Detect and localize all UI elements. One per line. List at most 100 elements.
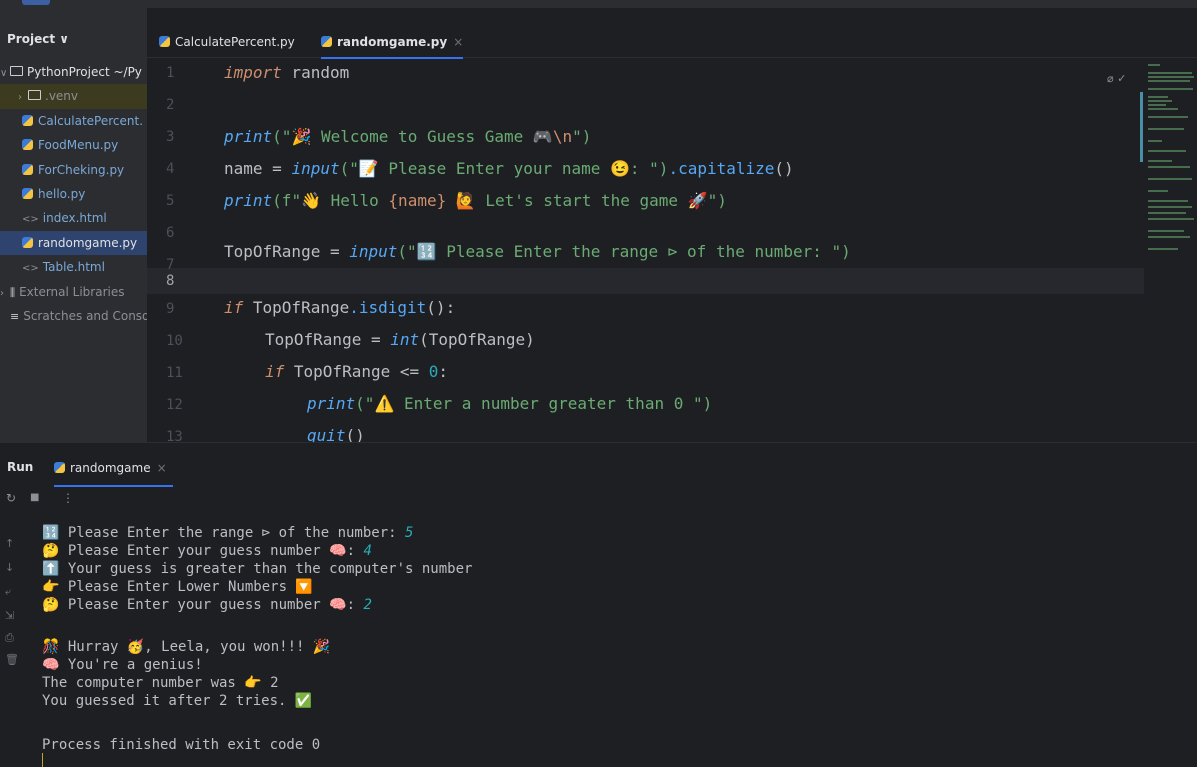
console-line: 🔢 Please Enter the range ⊳ of the number… [42, 525, 413, 543]
line-number: 10 [166, 333, 183, 349]
trash-icon[interactable]: 🗑 [5, 653, 19, 666]
chevron-down-icon[interactable]: ∨ [0, 62, 10, 84]
run-tab-label: randomgame [70, 461, 151, 475]
current-line-highlight [147, 268, 1144, 294]
tree-item-file-selected[interactable]: randomgame.py [0, 230, 147, 256]
project-title-button[interactable]: Project ∨ [7, 32, 69, 46]
code-line-3: print("🎉 Welcome to Guess Game 🎮\n") [224, 127, 591, 146]
tree-item-label: ForCheking.py [38, 162, 125, 177]
tree-item-label: External Libraries [19, 284, 125, 299]
tree-item-file[interactable]: <> Table.html [0, 255, 147, 279]
escape-sequence: \n [552, 127, 573, 146]
tree-item-file[interactable]: hello.py [0, 182, 147, 206]
tree-item-label: Table.html [42, 260, 105, 275]
tree-item-file[interactable]: <> index.html [0, 206, 147, 230]
console-line: 🤔 Please Enter your guess number 🧠: 2 [42, 597, 372, 615]
method-name: .capitalize [668, 159, 775, 178]
rerun-icon[interactable]: ↻ [6, 491, 16, 505]
toolbar-widget[interactable] [22, 0, 50, 5]
code-text: () [774, 159, 794, 178]
run-tab-randomgame[interactable]: randomgame × [54, 451, 173, 487]
chevron-right-icon[interactable]: › [0, 282, 10, 304]
code-line-10: TopOfRange = int(TopOfRange) [265, 330, 535, 349]
minimap-line [1148, 230, 1184, 232]
code-text: TopOfRange <= [284, 362, 429, 381]
string-literal: ("📝 Please Enter your name 😉: ") [339, 159, 669, 178]
print-icon[interactable]: ⎙ [5, 631, 14, 645]
line-number: 12 [166, 397, 183, 413]
tree-item-file[interactable]: CalculatePercent. [0, 109, 147, 133]
console-text: 🤔 Please Enter your guess number 🧠: [42, 597, 364, 613]
minimap-line [1148, 160, 1172, 162]
function-name: print [224, 191, 273, 210]
tree-item-label: hello.py [38, 186, 86, 201]
scroll-to-end-icon[interactable]: ⇲ [5, 609, 14, 622]
console-line: 👉 Please Enter Lower Numbers 🔽 [42, 579, 313, 597]
minimap-line [1148, 80, 1190, 82]
minimap-line [1148, 108, 1178, 110]
scroll-up-icon[interactable]: ↑ [5, 537, 14, 550]
code-minimap[interactable] [1140, 60, 1197, 280]
tree-item-file[interactable]: FoodMenu.py [0, 133, 147, 157]
run-toolbar: ↻ ■ ⋮ [0, 491, 1197, 511]
folder-icon [28, 90, 41, 101]
code-line-11: if TopOfRange <= 0: [265, 362, 448, 381]
inspection-status-icons[interactable]: ⌀ ✓ [1107, 72, 1126, 85]
console-text: You guessed it after 2 tries. ✅ [42, 693, 313, 709]
fstring-expression: {name} [388, 191, 447, 210]
console-text: ⬆️ Your guess is greater than the comput… [42, 561, 473, 577]
console-text: 🤔 Please Enter your guess number 🧠: [42, 543, 364, 559]
user-input: 4 [363, 543, 372, 559]
tree-item-label: Scratches and Conso [23, 308, 147, 323]
close-icon[interactable]: × [157, 461, 167, 475]
console-text: 🔢 Please Enter the range ⊳ of the number… [42, 525, 406, 541]
function-name: input [291, 159, 340, 178]
minimap-line [1148, 200, 1188, 202]
tree-item-root[interactable]: ∨ PythonProject ~/Py [0, 60, 147, 84]
minimap-line [1148, 128, 1184, 130]
chevron-right-icon[interactable]: › [18, 86, 28, 108]
console-text: 🎊 Hurray 🥳, Leela, you won!!! 🎉 [42, 639, 331, 655]
line-number: 7 [166, 257, 175, 273]
stop-icon[interactable]: ■ [30, 492, 39, 503]
project-tree: ∨ PythonProject ~/Py › .venv CalculatePerc… [0, 60, 147, 328]
minimap-viewport[interactable] [1140, 92, 1143, 162]
string-literal: ") [572, 127, 592, 146]
tree-item-label: PythonProject ~/Py [27, 65, 142, 79]
console-text: 👉 Please Enter Lower Numbers 🔽 [42, 579, 313, 595]
tree-item-label: .venv [45, 89, 79, 104]
line-number-current: 8 [166, 273, 175, 289]
code-text: TopOfRange = [224, 242, 350, 261]
console-line: 🧠 You're a genius! [42, 657, 203, 675]
minimap-line [1148, 206, 1192, 208]
library-icon: ⫼ [10, 285, 16, 299]
console-text: Process finished with exit code 0 [42, 737, 321, 753]
tree-item-external-libraries[interactable]: › ⫼ External Libraries [0, 280, 147, 304]
soft-wrap-icon[interactable]: ⤶ [5, 585, 11, 599]
python-file-icon [22, 187, 33, 199]
code-line-1: import random [224, 63, 349, 82]
tab-label: CalculatePercent.py [175, 35, 295, 49]
minimap-line [1148, 248, 1178, 250]
tab-calculatepercent[interactable]: CalculatePercent.py [159, 27, 295, 57]
code-text: TopOfRange [243, 298, 350, 317]
function-name: input [349, 242, 398, 261]
close-icon[interactable]: × [453, 35, 463, 49]
minimap-line [1148, 166, 1190, 168]
folder-icon [10, 66, 23, 76]
more-options-icon[interactable]: ⋮ [62, 491, 74, 505]
project-panel: Project ∨ ∨ PythonProject ~/Py › .venv Cal… [0, 8, 147, 442]
text-caret [42, 753, 43, 767]
python-file-icon [321, 36, 332, 47]
scroll-down-icon[interactable]: ↓ [5, 561, 14, 574]
tree-item-venv[interactable]: › .venv [0, 84, 147, 109]
run-header: Run randomgame × [0, 443, 1197, 487]
tree-item-file[interactable]: ForCheking.py [0, 158, 147, 182]
tab-randomgame[interactable]: randomgame.py × [321, 27, 464, 59]
line-number: 4 [166, 161, 175, 177]
console-text: The computer number was 👉 2 [42, 675, 279, 691]
python-file-icon [54, 462, 65, 473]
tree-item-scratches[interactable]: ≡ Scratches and Conso [0, 304, 147, 328]
minimap-line [1148, 212, 1186, 214]
code-editor[interactable]: CalculatePercent.py randomgame.py × 1 2 3… [147, 8, 1197, 445]
